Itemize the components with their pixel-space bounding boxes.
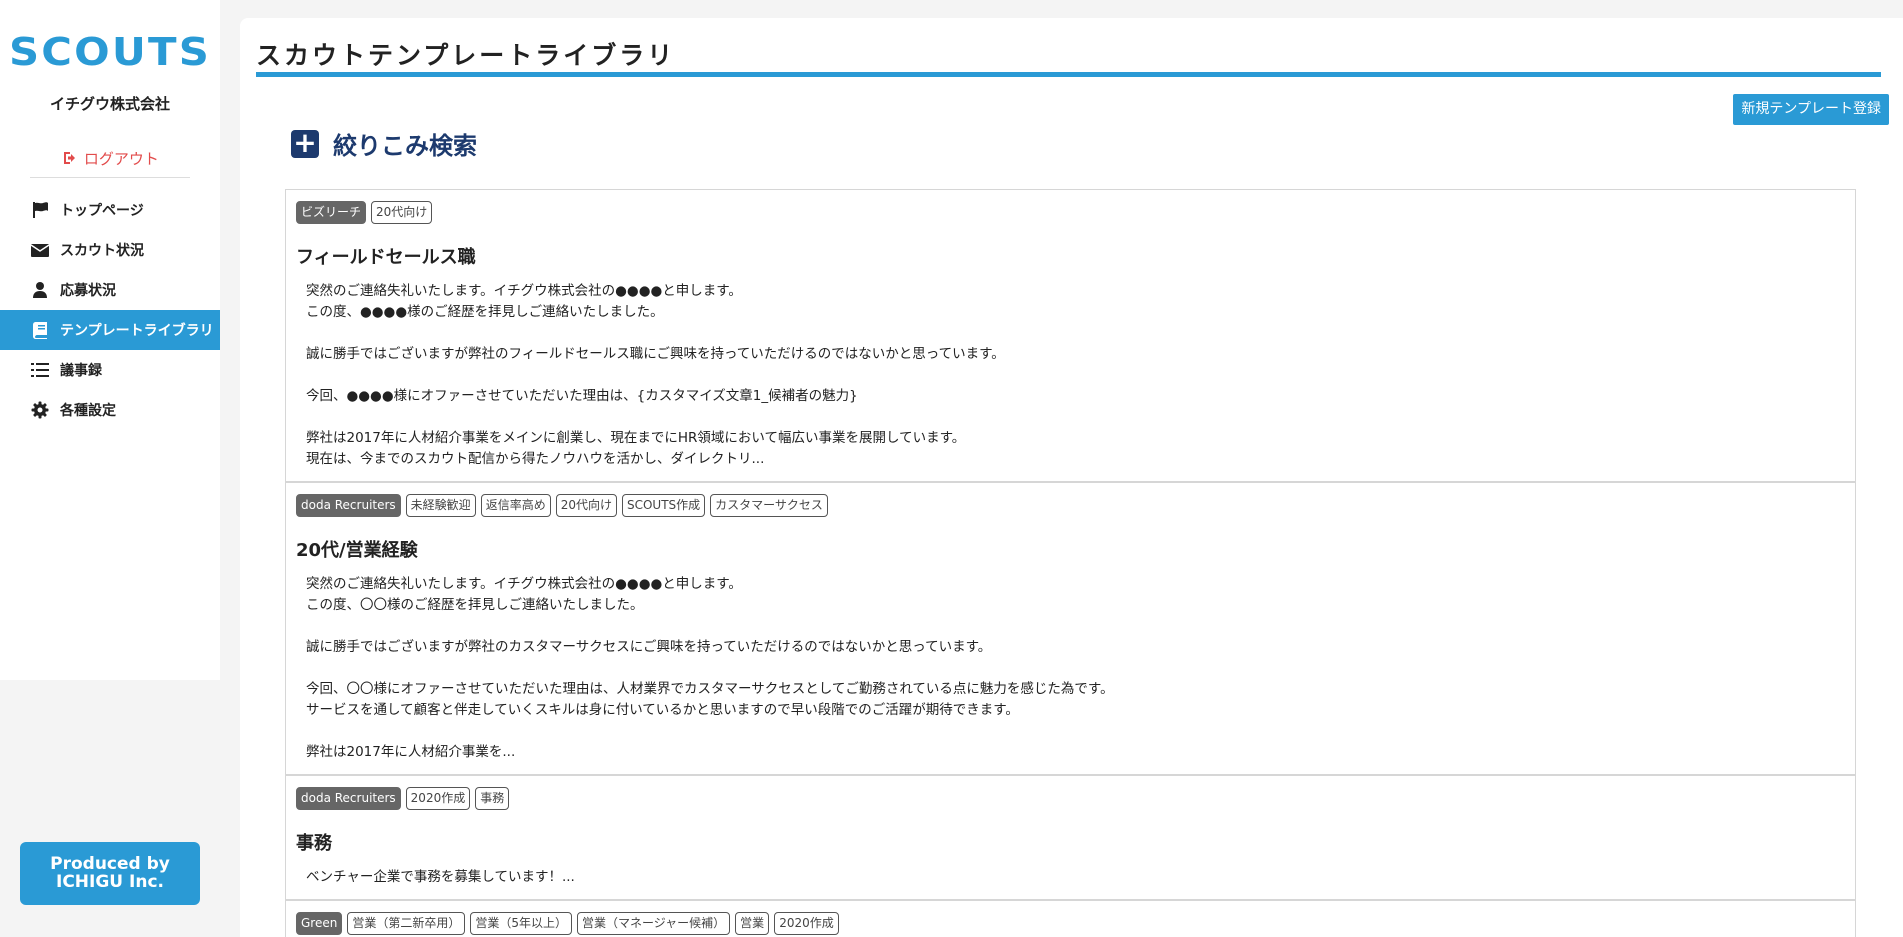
produced-by-line1: Produced by [50, 854, 170, 874]
sidebar-item-settings[interactable]: 各種設定 [0, 390, 220, 430]
tag: 未経験歓迎 [405, 494, 476, 517]
sidebar-item-scout-status[interactable]: スカウト状況 [0, 230, 220, 270]
tag: 20代向け [371, 201, 433, 224]
sidebar-item-label: 各種設定 [60, 403, 116, 419]
tag: 営業（第二新卒用） [347, 912, 466, 935]
sidebar-item-label: トップページ [60, 203, 144, 219]
filter-search-label: 絞りこみ検索 [333, 132, 477, 160]
template-title: フィールドセールス職 [296, 247, 476, 268]
template-title: 20代/営業経験 [296, 540, 418, 561]
template-card[interactable]: doda Recruiters 未経験歓迎 返信率高め 20代向け SCOUTS… [286, 483, 1855, 776]
template-body: 突然のご連絡失礼いたします。イチグウ株式会社の●●●●と申します。 この度、●●… [306, 283, 1005, 467]
tag-list: ビズリーチ 20代向け [296, 201, 1845, 225]
tag: 事務 [475, 787, 510, 810]
page-title: スカウトテンプレートライブラリ [256, 41, 676, 70]
template-card[interactable]: ビズリーチ 20代向け フィールドセールス職 突然のご連絡失礼いたします。イチグ… [286, 190, 1855, 483]
list-icon [30, 360, 50, 380]
title-divider [256, 72, 1881, 77]
tag: 2020作成 [405, 787, 471, 810]
produced-by-badge[interactable]: Produced by ICHIGU Inc. [20, 842, 200, 905]
template-card[interactable]: Green 営業（第二新卒用） 営業（5年以上） 営業（マネージャー候補） 営業… [286, 901, 1855, 937]
tag: 返信率高め [480, 494, 551, 517]
user-icon [30, 280, 50, 300]
sidebar-item-top[interactable]: トップページ [0, 190, 220, 230]
tag: SCOUTS作成 [621, 494, 706, 517]
media-tag: Green [296, 912, 343, 935]
sidebar-item-template-library[interactable]: テンプレートライブラリ [0, 310, 220, 350]
sidebar-item-label: テンプレートライブラリ [60, 323, 214, 339]
sidebar: SCOUTS イチグウ株式会社 ログアウト トップページ スカウト状況 応募状況… [0, 0, 220, 680]
template-list: ビズリーチ 20代向け フィールドセールス職 突然のご連絡失礼いたします。イチグ… [285, 189, 1856, 937]
template-body: 突然のご連絡失礼いたします。イチグウ株式会社の●●●●と申します。 この度、〇〇… [306, 576, 1114, 760]
tag: 2020作成 [774, 912, 839, 935]
tag: 20代向け [555, 494, 617, 517]
main-panel: スカウトテンプレートライブラリ 新規テンプレート登録 + 絞りこみ検索 ビズリー… [240, 18, 1903, 937]
sidebar-item-label: 議事録 [60, 363, 102, 379]
sidebar-item-label: スカウト状況 [60, 243, 144, 259]
filter-search-toggle[interactable]: + 絞りこみ検索 [291, 126, 477, 161]
plus-square-icon: + [291, 128, 319, 158]
envelope-icon [30, 240, 50, 260]
template-body: ベンチャー企業で事務を募集しています！... [306, 869, 575, 885]
sidebar-item-application-status[interactable]: 応募状況 [0, 270, 220, 310]
media-tag: doda Recruiters [296, 787, 401, 810]
tag: 営業 [735, 912, 770, 935]
tag-list: doda Recruiters 2020作成 事務 [296, 787, 1845, 811]
sidebar-item-minutes[interactable]: 議事録 [0, 350, 220, 390]
produced-by-line2: ICHIGU Inc. [56, 872, 164, 892]
media-tag: doda Recruiters [296, 494, 401, 517]
book-icon [30, 320, 50, 340]
sign-out-icon [61, 150, 79, 170]
tag: カスタマーサクセス [710, 494, 828, 517]
template-title: 事務 [296, 833, 332, 854]
sidebar-item-label: 応募状況 [60, 283, 116, 299]
logout-button[interactable]: ログアウト [30, 148, 190, 178]
flag-icon [30, 200, 50, 220]
scouts-logo[interactable]: SCOUTS [0, 30, 231, 74]
new-template-button[interactable]: 新規テンプレート登録 [1733, 94, 1889, 125]
tag: 営業（5年以上） [470, 912, 572, 935]
logout-label: ログアウト [83, 150, 159, 168]
tag-list: Green 営業（第二新卒用） 営業（5年以上） 営業（マネージャー候補） 営業… [296, 912, 1845, 936]
tag-list: doda Recruiters 未経験歓迎 返信率高め 20代向け SCOUTS… [296, 494, 1845, 518]
company-name: イチグウ株式会社 [49, 95, 170, 113]
sidebar-nav: トップページ スカウト状況 応募状況 テンプレートライブラリ 議事録 各種設定 [0, 190, 220, 430]
tag: 営業（マネージャー候補） [577, 912, 731, 935]
template-card[interactable]: doda Recruiters 2020作成 事務 事務 ベンチャー企業で事務を… [286, 776, 1855, 901]
gear-icon [30, 400, 50, 420]
media-tag: ビズリーチ [296, 201, 367, 224]
